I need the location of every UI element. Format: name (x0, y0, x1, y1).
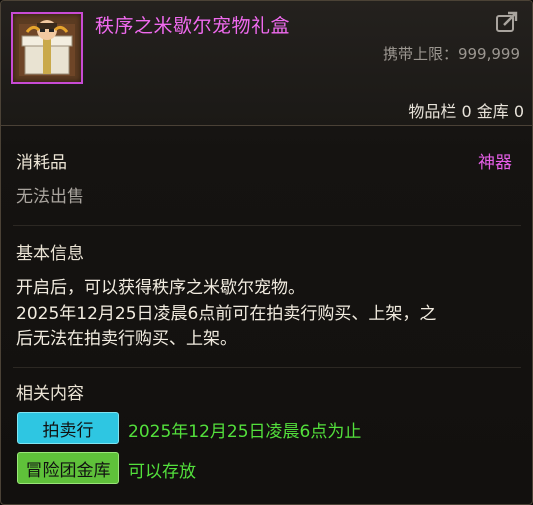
auction-note: 2025年12月25日凌晨6点为止 (128, 422, 362, 442)
auction-house-tag[interactable]: 拍卖行 (17, 412, 119, 444)
basic-info-line: 后无法在拍卖行购买、上架。 (16, 329, 237, 349)
related-title: 相关内容 (16, 384, 84, 404)
divider (13, 367, 521, 368)
bank-note: 可以存放 (128, 462, 196, 482)
divider (13, 225, 521, 226)
category-label: 消耗品 (16, 153, 67, 173)
basic-info-title: 基本信息 (16, 244, 84, 264)
basic-info-text: 开启后，可以获得秩序之米歇尔宠物。 2025年12月25日凌晨6点前可在拍卖行购… (16, 276, 521, 353)
storage-count: 物品栏 0 金库 0 (408, 102, 524, 121)
share-icon[interactable] (495, 11, 519, 33)
grade-label: 神器 (478, 153, 512, 173)
adventure-bank-tag[interactable]: 冒险团金库 (17, 452, 119, 484)
basic-info-line: 开启后，可以获得秩序之米歇尔宠物。 (16, 278, 305, 298)
gift-box-icon (11, 12, 83, 84)
item-tooltip: 秩序之米歇尔宠物礼盒 携带上限：999,999 物品栏 0 金库 0 消耗品 神… (0, 0, 533, 505)
tooltip-header: 秩序之米歇尔宠物礼盒 携带上限：999,999 物品栏 0 金库 0 (1, 1, 532, 126)
item-name: 秩序之米歇尔宠物礼盒 (95, 15, 291, 37)
carry-limit: 携带上限：999,999 (382, 45, 520, 63)
trade-status: 无法出售 (16, 187, 84, 207)
basic-info-line: 2025年12月25日凌晨6点前可在拍卖行购买、上架，之 (16, 303, 437, 324)
